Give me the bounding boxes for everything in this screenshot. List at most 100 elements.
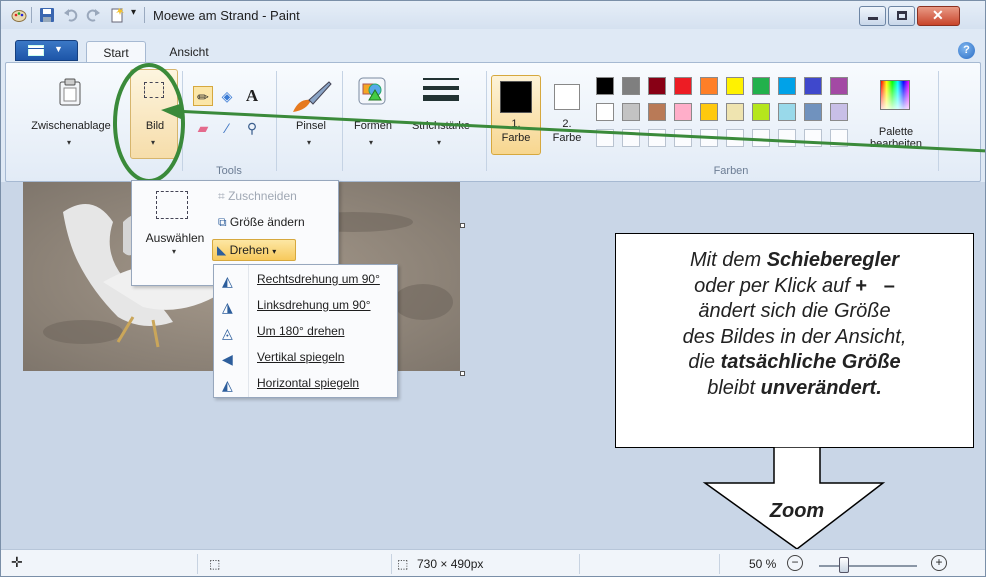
color-swatch[interactable] <box>700 129 718 147</box>
chevron-down-icon: ▾ <box>172 247 177 256</box>
color-swatch[interactable] <box>674 77 692 95</box>
resize-icon: ⧉ <box>218 215 230 229</box>
edit-colors-button[interactable]: Palette bearbeiten <box>858 69 932 159</box>
chevron-down-icon: ▾ <box>151 138 156 147</box>
close-button[interactable]: ✕ <box>917 6 960 26</box>
resize-button[interactable]: ⧉ Größe ändern <box>218 215 305 230</box>
color-swatch[interactable] <box>726 129 744 147</box>
shapes-button[interactable]: Formen ▾ <box>346 69 398 159</box>
color-swatch[interactable] <box>674 103 692 121</box>
menu-item-label: Linksdrehung um 90° <box>257 298 371 312</box>
edit-colors-label-line1: Palette <box>878 126 914 138</box>
color-swatch[interactable] <box>752 103 770 121</box>
select-button[interactable]: Auswählen <box>136 231 214 245</box>
rotate-right-icon: ◭ <box>222 273 233 289</box>
color-swatch[interactable] <box>622 103 640 121</box>
color-swatch[interactable] <box>830 129 848 147</box>
color-swatch[interactable] <box>596 103 614 121</box>
zoom-slider-thumb[interactable] <box>839 557 849 573</box>
bild-button[interactable]: Bild ▾ <box>130 69 178 159</box>
resize-handle-right[interactable] <box>460 223 465 228</box>
color-swatch[interactable] <box>596 77 614 95</box>
color-swatch[interactable] <box>700 103 718 121</box>
magnifier-icon[interactable]: ⚲ <box>242 118 262 138</box>
stroke-width-label: Strichstärke <box>411 120 471 132</box>
paint-menu-button[interactable]: ▼ <box>15 40 78 61</box>
undo-icon[interactable] <box>63 7 79 23</box>
color-swatch[interactable] <box>830 77 848 95</box>
color-swatch[interactable] <box>648 103 666 121</box>
zoom-in-button[interactable]: + <box>931 555 947 571</box>
color-swatch[interactable] <box>778 129 796 147</box>
image-size-text: 730 × 490px <box>417 557 484 571</box>
color1-button[interactable]: 1. Farbe <box>491 75 541 155</box>
rotate-button[interactable]: ◣ Drehen ▾ <box>212 239 296 261</box>
color-swatch[interactable] <box>674 129 692 147</box>
color-swatch[interactable] <box>622 77 640 95</box>
resize-label: Größe ändern <box>229 215 305 229</box>
color-swatch[interactable] <box>778 77 796 95</box>
help-icon[interactable]: ? <box>958 42 975 59</box>
crop-button[interactable]: ⌗ Zuschneiden <box>218 189 297 204</box>
color-spectrum-icon <box>880 80 910 110</box>
color-swatch[interactable] <box>778 103 796 121</box>
customize-toolbar-icon[interactable]: ▾ <box>131 7 136 18</box>
color-swatch[interactable] <box>726 103 744 121</box>
color-swatch[interactable] <box>752 129 770 147</box>
eraser-icon[interactable]: ▰ <box>193 118 213 138</box>
colors-group-title: Farben <box>713 165 749 177</box>
minimize-button[interactable] <box>859 6 886 26</box>
maximize-button[interactable] <box>888 6 915 26</box>
rotate-180-item[interactable]: ◬ Um 180° drehen <box>214 320 397 346</box>
select-rectangle-icon <box>144 82 164 98</box>
zoom-arrow-label: Zoom <box>769 500 824 522</box>
menu-item-label: Vertikal spiegeln <box>257 350 345 364</box>
save-icon[interactable] <box>39 7 55 23</box>
menu-item-label: Rechtsdrehung um 90° <box>257 272 380 286</box>
color-swatch[interactable] <box>700 77 718 95</box>
color-swatch[interactable] <box>648 77 666 95</box>
pencil-icon[interactable]: ✏ <box>193 86 213 106</box>
flip-horizontal-item[interactable]: ◭ Horizontal spiegeln <box>214 372 397 398</box>
resize-handle-corner[interactable] <box>460 371 465 376</box>
callout-line-2: oder per Klick auf + – <box>694 274 895 297</box>
title-bar: ▾ Moewe am Strand - Paint ✕ <box>1 1 985 29</box>
tab-start[interactable]: Start <box>86 41 146 63</box>
rotate-right-90-item[interactable]: ◭ Rechtsdrehung um 90° <box>214 268 397 294</box>
zoom-out-button[interactable]: − <box>787 555 803 571</box>
color2-button[interactable]: 2. Farbe <box>544 75 588 155</box>
color-swatch[interactable] <box>804 77 822 95</box>
chevron-down-icon: ▾ <box>307 138 312 147</box>
color-swatch[interactable] <box>622 129 640 147</box>
zoom-slider-track[interactable] <box>819 565 917 567</box>
new-document-icon[interactable] <box>109 7 125 23</box>
flip-vertical-item[interactable]: ◀ Vertikal spiegeln <box>214 346 397 372</box>
color-swatch[interactable] <box>804 103 822 121</box>
crop-icon: ⌗ <box>218 189 229 203</box>
color-swatch[interactable] <box>804 129 822 147</box>
selection-size-icon: ⬚ <box>209 557 221 571</box>
tab-ansicht[interactable]: Ansicht <box>159 41 219 63</box>
color-swatch[interactable] <box>752 77 770 95</box>
color-swatch[interactable] <box>648 129 666 147</box>
color-swatch[interactable] <box>596 129 614 147</box>
stroke-width-button[interactable]: Strichstärke ▾ <box>400 69 480 159</box>
zoom-arrow: Zoom <box>702 447 886 550</box>
brushes-button[interactable]: Pinsel ▾ <box>282 69 338 159</box>
color2-label-line2: Farbe <box>552 132 582 144</box>
callout-line-1: Mit dem Schieberegler <box>690 249 899 271</box>
rotate-icon: ◣ <box>217 243 230 257</box>
clipboard-button[interactable]: Zwischenablage ▾ <box>18 69 122 159</box>
redo-icon[interactable] <box>85 7 101 23</box>
color-swatch[interactable] <box>830 103 848 121</box>
paint-app-icon[interactable] <box>11 7 27 23</box>
tools-group-title: Tools <box>216 165 242 177</box>
chevron-down-icon: ▾ <box>272 247 277 256</box>
text-tool-icon[interactable]: A <box>242 86 262 106</box>
color-picker-icon[interactable]: ⁄ <box>217 118 237 138</box>
fill-bucket-icon[interactable]: ◈ <box>217 86 237 106</box>
brushes-label: Pinsel <box>296 120 326 132</box>
rotate-left-90-item[interactable]: ◮ Linksdrehung um 90° <box>214 294 397 320</box>
rotate-label: Drehen <box>229 243 269 257</box>
color-swatch[interactable] <box>726 77 744 95</box>
